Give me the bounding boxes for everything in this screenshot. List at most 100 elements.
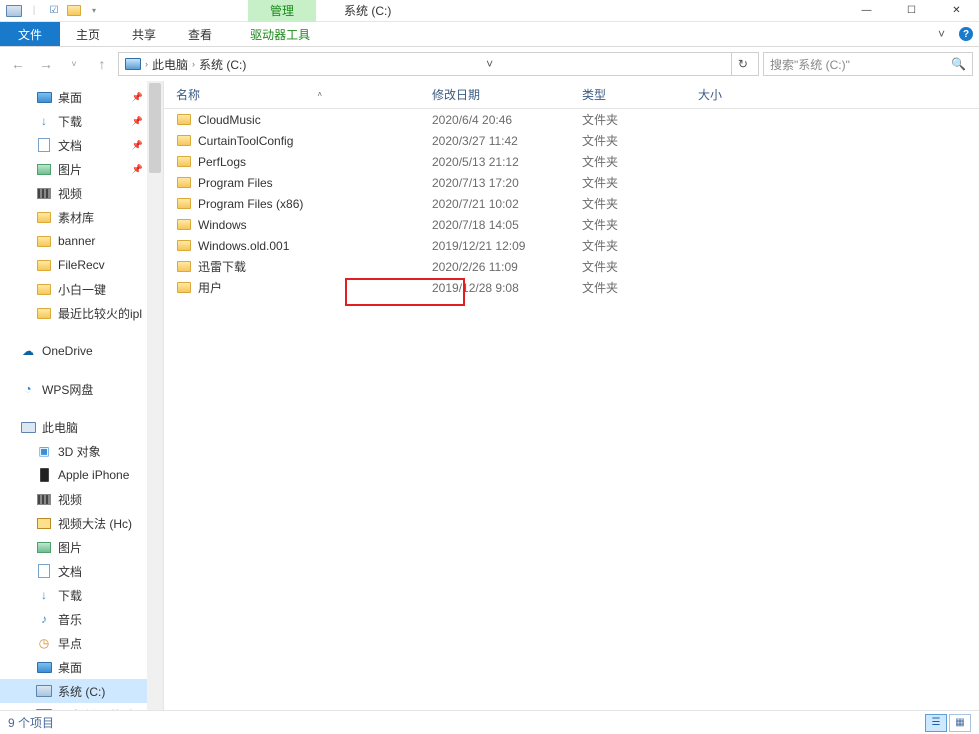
file-row[interactable]: 用户2019/12/28 9:08文件夹 [164, 277, 979, 298]
file-name: CurtainToolConfig [198, 134, 293, 148]
tree-scrollbar-thumb[interactable] [149, 83, 161, 173]
search-icon[interactable]: 🔍 [951, 57, 966, 71]
tree-item-label: 3D 对象 [58, 443, 101, 460]
chevron-right-icon[interactable]: › [143, 59, 150, 69]
help-button[interactable]: ? [953, 22, 979, 46]
tree-item[interactable]: banner [0, 229, 163, 253]
file-type: 文件夹 [582, 216, 698, 233]
pin-icon: 📌 [132, 140, 143, 151]
file-date: 2020/5/13 21:12 [432, 155, 582, 169]
tree-item[interactable]: ♪音乐 [0, 607, 163, 631]
tree-item[interactable]: 此电脑 [0, 415, 163, 439]
refresh-button[interactable]: ↻ [731, 53, 754, 75]
folder-qat-icon[interactable] [66, 3, 82, 19]
file-row[interactable]: Windows.old.0012019/12/21 12:09文件夹 [164, 235, 979, 256]
tree-item[interactable]: 文档 [0, 559, 163, 583]
recent-locations-button[interactable]: ˅ [62, 52, 86, 76]
folder-icon [176, 259, 192, 275]
tree-item[interactable]: 视频大法 (Hc) [0, 511, 163, 535]
tree-item[interactable]: 系统 (C:) [0, 679, 163, 703]
file-date: 2020/7/13 17:20 [432, 176, 582, 190]
tree-item[interactable]: 文档📌 [0, 133, 163, 157]
breadcrumb-this-pc[interactable]: 此电脑 [150, 56, 190, 73]
close-button[interactable]: ✕ [934, 0, 979, 22]
forward-button[interactable]: → [34, 52, 58, 76]
drive-tools-tab[interactable]: 驱动器工具 [234, 22, 326, 46]
file-row[interactable]: PerfLogs2020/5/13 21:12文件夹 [164, 151, 979, 172]
tree-item-label: 小白一键 [58, 281, 106, 298]
column-type[interactable]: 类型 [582, 86, 698, 103]
tree-item[interactable]: 小白一键 [0, 277, 163, 301]
tree-item[interactable]: ↓下载📌 [0, 109, 163, 133]
drive-icon [36, 683, 52, 699]
qat-dropdown-icon[interactable]: ▾ [86, 3, 102, 19]
tree-item[interactable]: FileRecv [0, 253, 163, 277]
minimize-button[interactable]: — [844, 0, 889, 22]
tree-item[interactable]: 桌面 [0, 655, 163, 679]
tree-item-label: 桌面 [58, 659, 82, 676]
breadcrumb-drive[interactable]: 系统 (C:) [197, 56, 248, 73]
file-row[interactable]: CurtainToolConfig2020/3/27 11:42文件夹 [164, 130, 979, 151]
share-tab[interactable]: 共享 [116, 22, 172, 46]
tree-item[interactable]: 桌面📌 [0, 85, 163, 109]
tree-item[interactable]: 视频 [0, 487, 163, 511]
tree-item[interactable]: 小白 键重装系 [0, 703, 163, 710]
tree-item-label: 早点 [58, 635, 82, 652]
tree-item[interactable]: 图片📌 [0, 157, 163, 181]
tree-item[interactable]: ▣3D 对象 [0, 439, 163, 463]
up-button[interactable]: ↑ [90, 52, 114, 76]
file-type: 文件夹 [582, 279, 698, 296]
tree-item[interactable]: Apple iPhone [0, 463, 163, 487]
column-size[interactable]: 大小 [698, 86, 758, 103]
tree-item-label: 视频 [58, 185, 82, 202]
tree-item-label: 最近比较火的ipl [58, 305, 142, 322]
title-bar: | ☑ ▾ 管理 系统 (C:) — ☐ ✕ [0, 0, 979, 22]
tree-scrollbar[interactable] [147, 81, 163, 710]
file-list: 名称˄ 修改日期 类型 大小 CloudMusic2020/6/4 20:46文… [164, 81, 979, 710]
tree-item[interactable]: 素材库 [0, 205, 163, 229]
folder-icon [176, 112, 192, 128]
tree-item-label: 素材库 [58, 209, 94, 226]
maximize-button[interactable]: ☐ [889, 0, 934, 22]
properties-icon[interactable]: ☑ [46, 3, 62, 19]
expand-ribbon-button[interactable]: ˅ [930, 22, 953, 46]
tree-item[interactable]: 图片 [0, 535, 163, 559]
navigation-pane[interactable]: 桌面📌↓下载📌文档📌图片📌视频素材库bannerFileRecv小白一键最近比较… [0, 81, 164, 710]
folder-icon [176, 238, 192, 254]
column-name[interactable]: 名称˄ [176, 86, 432, 103]
view-tab[interactable]: 查看 [172, 22, 228, 46]
breadcrumb-root-icon[interactable] [123, 58, 143, 70]
music-icon: ♪ [36, 611, 52, 627]
tree-item[interactable]: 最近比较火的ipl [0, 301, 163, 325]
navigation-bar: ← → ˅ ↑ › 此电脑 › 系统 (C:) ˅ ↻ 搜索"系统 (C:)" … [0, 47, 979, 81]
home-tab[interactable]: 主页 [60, 22, 116, 46]
file-tab[interactable]: 文件 [0, 22, 60, 46]
back-button[interactable]: ← [6, 52, 30, 76]
file-row[interactable]: CloudMusic2020/6/4 20:46文件夹 [164, 109, 979, 130]
tree-item[interactable]: ☁OneDrive [0, 339, 163, 363]
chevron-right-icon[interactable]: › [190, 59, 197, 69]
phone-icon [36, 467, 52, 483]
address-dropdown[interactable]: ˅ [480, 53, 499, 75]
folder-icon [176, 133, 192, 149]
address-bar[interactable]: › 此电脑 › 系统 (C:) ˅ ↻ [118, 52, 759, 76]
tree-item[interactable]: ↓下载 [0, 583, 163, 607]
file-date: 2020/7/21 10:02 [432, 197, 582, 211]
file-row[interactable]: Program Files2020/7/13 17:20文件夹 [164, 172, 979, 193]
search-box[interactable]: 搜索"系统 (C:)" 🔍 [763, 52, 973, 76]
doc-icon [36, 137, 52, 153]
contextual-tab-manage[interactable]: 管理 [248, 0, 316, 22]
tree-item[interactable]: ◷早点 [0, 631, 163, 655]
icons-view-button[interactable]: ▦ [949, 714, 971, 732]
file-date: 2019/12/21 12:09 [432, 239, 582, 253]
folder-icon [36, 257, 52, 273]
explorer-icon [6, 3, 22, 19]
folder-icon [176, 217, 192, 233]
file-row[interactable]: Program Files (x86)2020/7/21 10:02文件夹 [164, 193, 979, 214]
folder-icon [36, 305, 52, 321]
file-row[interactable]: Windows2020/7/18 14:05文件夹 [164, 214, 979, 235]
tree-item[interactable]: ◔WPS网盘 [0, 377, 163, 401]
file-row[interactable]: 迅雷下载2020/2/26 11:09文件夹 [164, 256, 979, 277]
column-date[interactable]: 修改日期 [432, 86, 582, 103]
tree-item[interactable]: 视频 [0, 181, 163, 205]
